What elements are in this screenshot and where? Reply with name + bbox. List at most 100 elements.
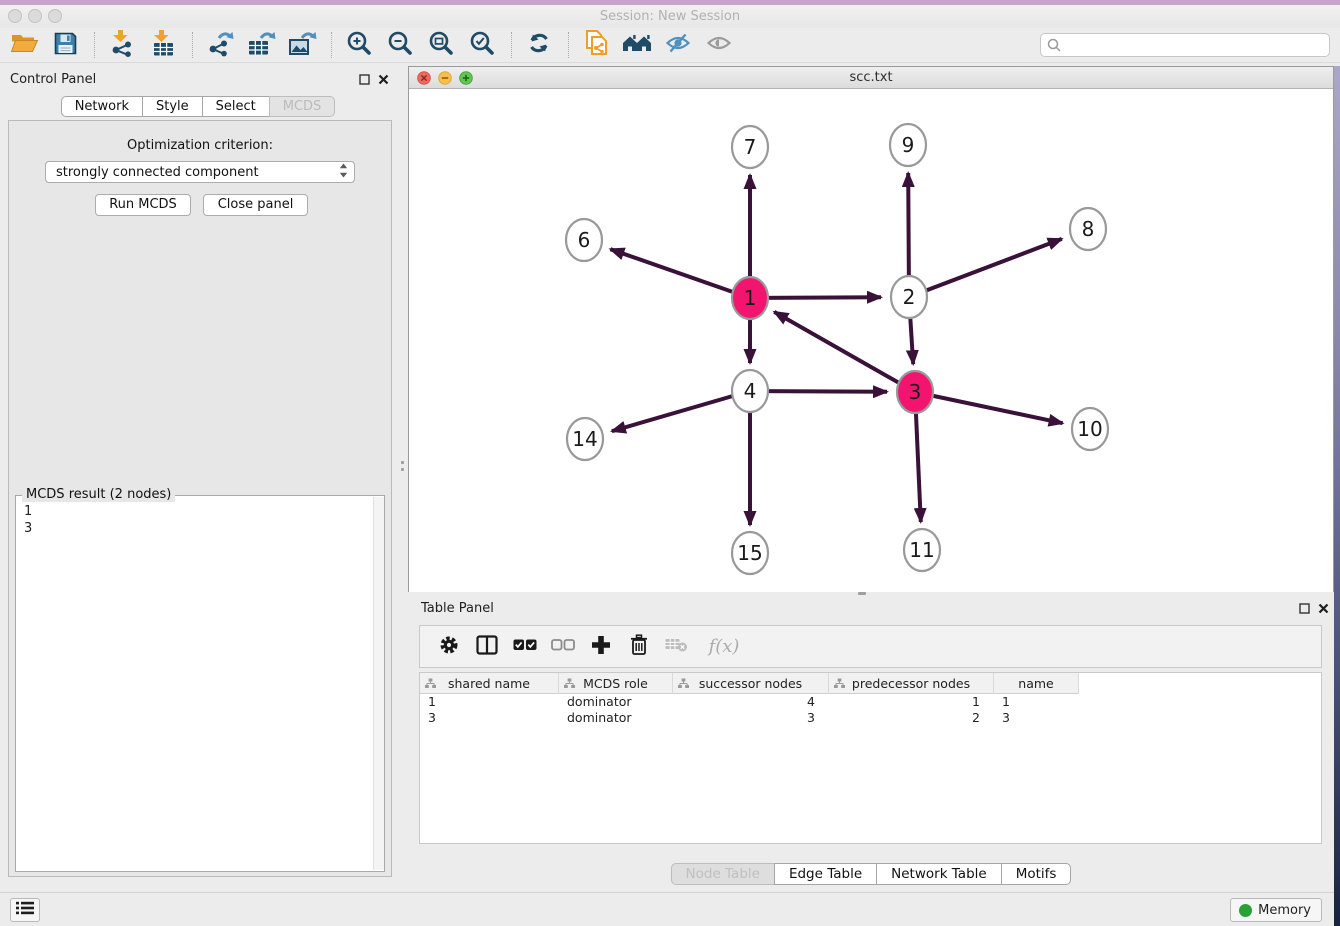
float-table-panel-button[interactable]: [1299, 603, 1310, 618]
hide-selected-button[interactable]: [662, 31, 694, 59]
dropdown-stepper-icon: [339, 163, 348, 182]
clone-network-icon: [583, 29, 610, 61]
import-table-button[interactable]: [147, 31, 179, 59]
edge-3-1[interactable]: [774, 312, 915, 392]
export-image-button[interactable]: [286, 31, 318, 59]
table-row[interactable]: 1dominator411: [420, 694, 1321, 710]
column-label: MCDS role: [583, 676, 648, 691]
close-table-panel-button[interactable]: [1318, 603, 1329, 618]
delete-table-button[interactable]: [664, 634, 690, 660]
delete-column-button[interactable]: [626, 634, 652, 660]
tab-select[interactable]: Select: [202, 96, 270, 117]
vertical-splitter-handle[interactable]: [401, 468, 404, 471]
tab-motifs[interactable]: Motifs: [1001, 863, 1072, 885]
table-settings-button[interactable]: [436, 634, 462, 660]
save-session-button[interactable]: [49, 31, 81, 59]
column-header-successor-nodes[interactable]: successor nodes: [673, 673, 829, 694]
graph-node-11[interactable]: 11: [904, 529, 940, 571]
open-folder-button[interactable]: [8, 31, 40, 59]
memory-button[interactable]: Memory: [1230, 898, 1322, 922]
graph-node-14[interactable]: 14: [567, 418, 603, 460]
function-builder-button[interactable]: f(x): [702, 634, 746, 660]
run-mcds-button[interactable]: Run MCDS: [95, 194, 191, 216]
graph-node-15[interactable]: 15: [732, 532, 768, 574]
deselect-all-rows-button[interactable]: [550, 634, 576, 660]
close-panel-icon[interactable]: [378, 74, 389, 89]
node-label: 7: [744, 135, 757, 159]
zoom-in-button[interactable]: [343, 31, 375, 59]
session-title: Session: New Session: [0, 9, 1340, 24]
export-table-icon: [246, 30, 276, 61]
node-label: 14: [572, 427, 597, 451]
close-panel-button[interactable]: Close panel: [203, 194, 308, 216]
mcds-panel: Optimization criterion: strongly connect…: [8, 120, 392, 877]
export-network-button[interactable]: [204, 31, 236, 59]
column-header-name[interactable]: name: [994, 673, 1079, 694]
trash-icon: [629, 634, 649, 660]
network-graph[interactable]: 7 9 6 8 1 2 4 3 14 10 15 11: [409, 89, 1333, 592]
refresh-button[interactable]: [523, 31, 555, 59]
show-hidden-button[interactable]: [703, 31, 735, 59]
select-all-rows-button[interactable]: [512, 634, 538, 660]
graph-node-6[interactable]: 6: [566, 219, 602, 261]
graph-node-8[interactable]: 8: [1070, 208, 1106, 250]
zoom-fit-icon: [428, 30, 454, 60]
tab-edge-table[interactable]: Edge Table: [774, 863, 877, 885]
node-label: 6: [578, 228, 591, 252]
columns-icon: [476, 635, 498, 659]
show-all-networks-button[interactable]: [621, 31, 653, 59]
cell-name: 3: [994, 710, 1079, 726]
graph-node-1[interactable]: 1: [732, 277, 768, 319]
column-header-shared-name[interactable]: shared name: [420, 673, 559, 694]
network-canvas[interactable]: 7 9 6 8 1 2 4 3 14 10 15 11: [409, 89, 1333, 592]
edge-2-8[interactable]: [909, 239, 1062, 297]
control-panel-tabs: NetworkStyleSelectMCDS: [0, 96, 396, 117]
zoom-out-icon: [387, 30, 413, 60]
import-network-button[interactable]: [106, 31, 138, 59]
graph-node-10[interactable]: 10: [1072, 408, 1108, 450]
tab-network[interactable]: Network: [61, 96, 143, 117]
optimization-criterion-label: Optimization criterion:: [9, 138, 391, 153]
node-label: 11: [909, 538, 934, 562]
add-column-button[interactable]: [588, 634, 614, 660]
tab-node-table[interactable]: Node Table: [671, 863, 775, 885]
table-row[interactable]: 3dominator323: [420, 710, 1321, 726]
eye-slash-icon: [665, 32, 691, 58]
horizontal-splitter-handle[interactable]: [858, 592, 866, 595]
graph-node-2[interactable]: 2: [891, 276, 927, 318]
task-history-button[interactable]: [10, 898, 40, 922]
main-toolbar: [0, 28, 1340, 63]
edge-1-6[interactable]: [610, 249, 750, 298]
zoom-fit-button[interactable]: [425, 31, 457, 59]
edge-3-10[interactable]: [915, 392, 1063, 423]
table-panel: Table Panel f(x) shared nameMCDS rolesuc…: [408, 596, 1334, 886]
edge-1-2[interactable]: [750, 297, 881, 298]
node-label: 4: [744, 379, 757, 403]
graph-node-3[interactable]: 3: [897, 371, 933, 413]
search-input[interactable]: [1040, 33, 1330, 57]
criterion-dropdown[interactable]: strongly connected component: [45, 161, 355, 183]
edge-4-14[interactable]: [612, 391, 750, 431]
column-header-predecessor-nodes[interactable]: predecessor nodes: [829, 673, 994, 694]
vertical-splitter-handle[interactable]: [401, 461, 404, 464]
clone-network-button[interactable]: [580, 31, 612, 59]
zoom-out-button[interactable]: [384, 31, 416, 59]
graph-node-4[interactable]: 4: [732, 370, 768, 412]
result-scrollbar[interactable]: [373, 497, 384, 870]
graph-node-7[interactable]: 7: [732, 126, 768, 168]
tab-network-table[interactable]: Network Table: [876, 863, 1002, 885]
tab-mcds[interactable]: MCDS: [269, 96, 336, 117]
column-header-MCDS-role[interactable]: MCDS role: [559, 673, 673, 694]
edge-4-3[interactable]: [750, 391, 887, 392]
zoom-selected-icon: [469, 30, 495, 60]
zoom-selected-button[interactable]: [466, 31, 498, 59]
column-label: successor nodes: [699, 676, 802, 691]
mcds-result-list[interactable]: 13: [16, 499, 372, 871]
wallpaper-right-strip: [1334, 66, 1340, 926]
column-layout-button[interactable]: [474, 634, 500, 660]
float-panel-button[interactable]: [359, 74, 370, 89]
graph-node-9[interactable]: 9: [890, 124, 926, 166]
tab-style[interactable]: Style: [142, 96, 203, 117]
network-file-title: scc.txt: [409, 70, 1333, 85]
export-table-button[interactable]: [245, 31, 277, 59]
